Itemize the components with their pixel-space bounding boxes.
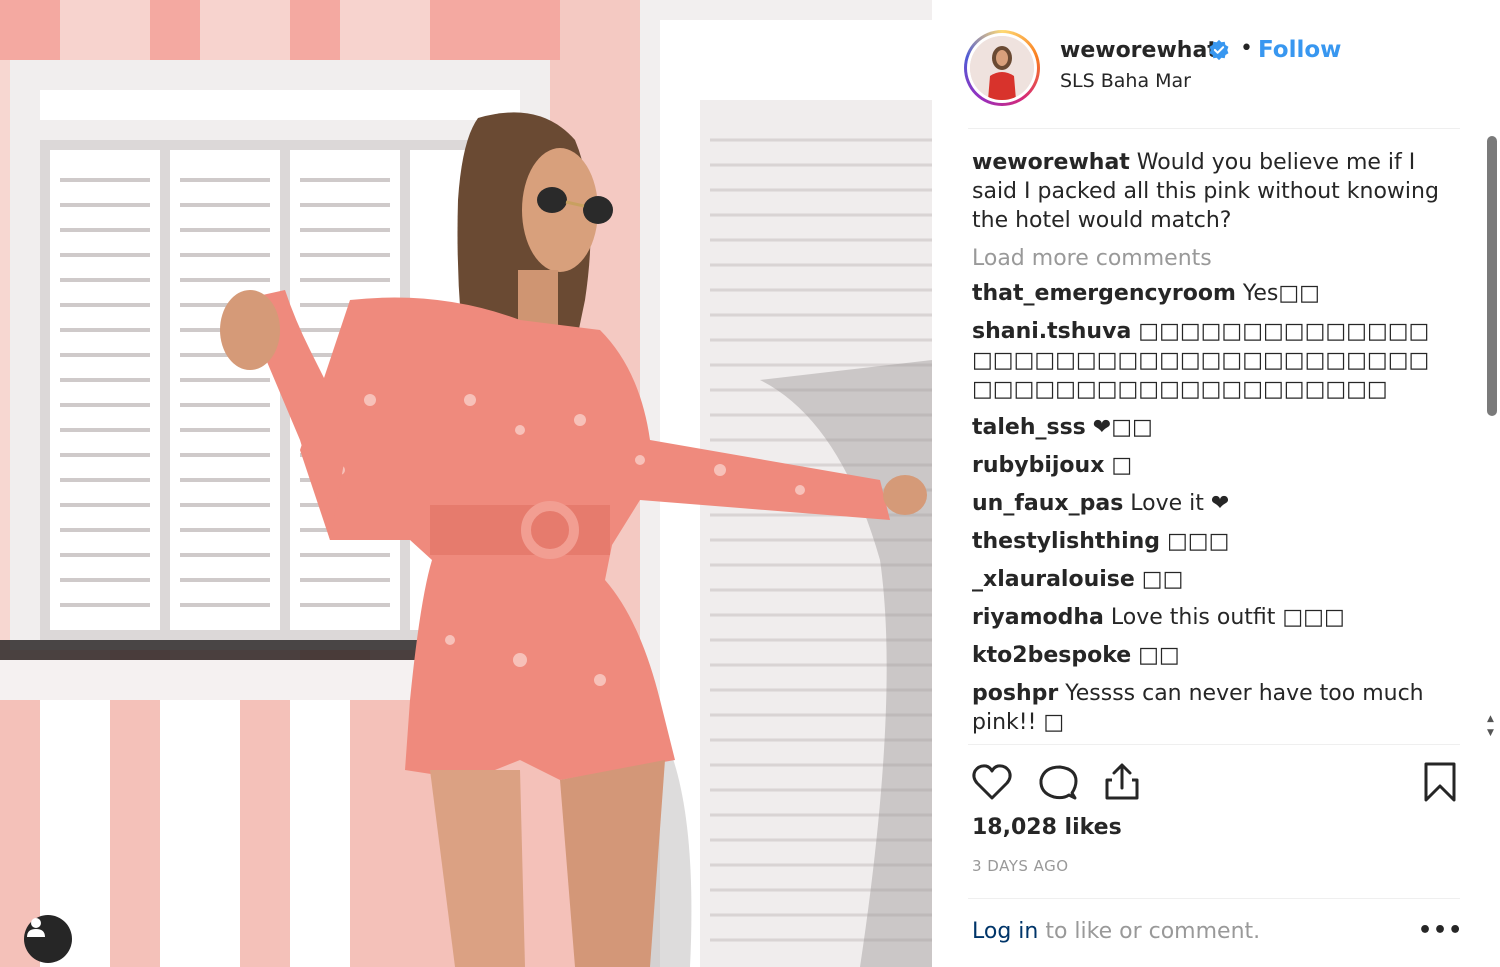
user-tag-icon[interactable] [24,915,72,963]
scroll-down-arrow-icon[interactable]: ▼ [1487,728,1494,738]
comment-username[interactable]: riyamodha [972,605,1104,630]
comment-username[interactable]: poshpr [972,681,1058,706]
post-image [0,0,932,967]
heart-icon [972,764,1012,800]
action-bar [968,760,1468,806]
comment-username[interactable]: taleh_sss [972,415,1086,440]
post-caption: weworewhat Would you believe me if I sai… [972,148,1442,235]
comment-item: riyamodha Love this outfit □□□ [972,603,1442,632]
comment-username[interactable]: _xlauralouise [972,567,1135,592]
comment-item: poshpr Yessss can never have too much pi… [972,679,1442,737]
comments-scrollbar[interactable]: ▲ ▼ [1484,130,1500,745]
comment-item: rubybijoux □ [972,451,1442,480]
more-options-button[interactable]: ••• [1418,918,1463,943]
comment-item: kto2bespoke □□ [972,641,1442,670]
post-sidebar: weworewhat • Follow SLS Baha Mar weworew… [932,0,1500,967]
divider [968,128,1460,129]
avatar[interactable] [964,30,1040,106]
divider [968,744,1460,745]
comment-item: shani.tshuva □□□□□□□□□□□□□□□□□□□□□□□□□□□… [972,317,1442,404]
post-header: weworewhat • Follow SLS Baha Mar [932,0,1500,128]
save-button[interactable] [1418,760,1464,806]
comment-text: □□□ [1160,529,1230,554]
comment-item: _xlauralouise □□ [972,565,1442,594]
load-more-comments-button[interactable]: Load more comments [972,243,1442,275]
share-button[interactable] [1100,760,1146,806]
login-prompt-text: to like or comment. [1038,919,1261,944]
post-date: 3 DAYS AGO [972,857,1069,875]
separator-dot: • [1240,36,1253,61]
caption-username[interactable]: weworewhat [972,150,1130,175]
comment-item: that_emergencyroom Yes□□ [972,279,1442,308]
comment-text: ❤□□ [1085,415,1153,440]
like-button[interactable] [970,760,1016,806]
comment-icon [1039,765,1078,800]
post-photo[interactable] [0,0,932,967]
comment-username[interactable]: kto2bespoke [972,643,1131,668]
comment-text: Love it ❤ [1123,491,1230,516]
comment-text: Love this outfit □□□ [1103,605,1345,630]
comment-item: un_faux_pas Love it ❤ [972,489,1442,518]
comment-item: taleh_sss ❤□□ [972,413,1442,442]
follow-button[interactable]: Follow [1258,37,1341,63]
post-location[interactable]: SLS Baha Mar [1060,70,1191,92]
comment-username[interactable]: that_emergencyroom [972,281,1236,306]
share-icon [1105,763,1139,800]
comment-username[interactable]: thestylishthing [972,529,1160,554]
likes-count[interactable]: 18,028 likes [972,815,1122,840]
comment-item: thestylishthing □□□ [972,527,1442,556]
comment-button[interactable] [1036,760,1082,806]
comment-username[interactable]: un_faux_pas [972,491,1123,516]
divider [968,898,1460,899]
comment-text: □□ [1134,567,1184,592]
bookmark-icon [1424,762,1456,802]
scroll-up-arrow-icon[interactable]: ▲ [1487,714,1494,724]
comments-list[interactable]: weworewhat Would you believe me if I sai… [972,148,1442,742]
comment-text: Yes□□ [1235,281,1320,306]
scrollbar-thumb[interactable] [1487,136,1497,416]
verified-badge-icon [1209,39,1229,61]
comment-text: □ [1104,453,1133,478]
login-link[interactable]: Log in [972,919,1038,944]
comment-username[interactable]: shani.tshuva [972,319,1131,344]
comment-username[interactable]: rubybijoux [972,453,1104,478]
comment-text: □□ [1131,643,1180,668]
post-username[interactable]: weworewhat [1060,38,1218,63]
login-prompt: Log in to like or comment. [972,919,1260,944]
